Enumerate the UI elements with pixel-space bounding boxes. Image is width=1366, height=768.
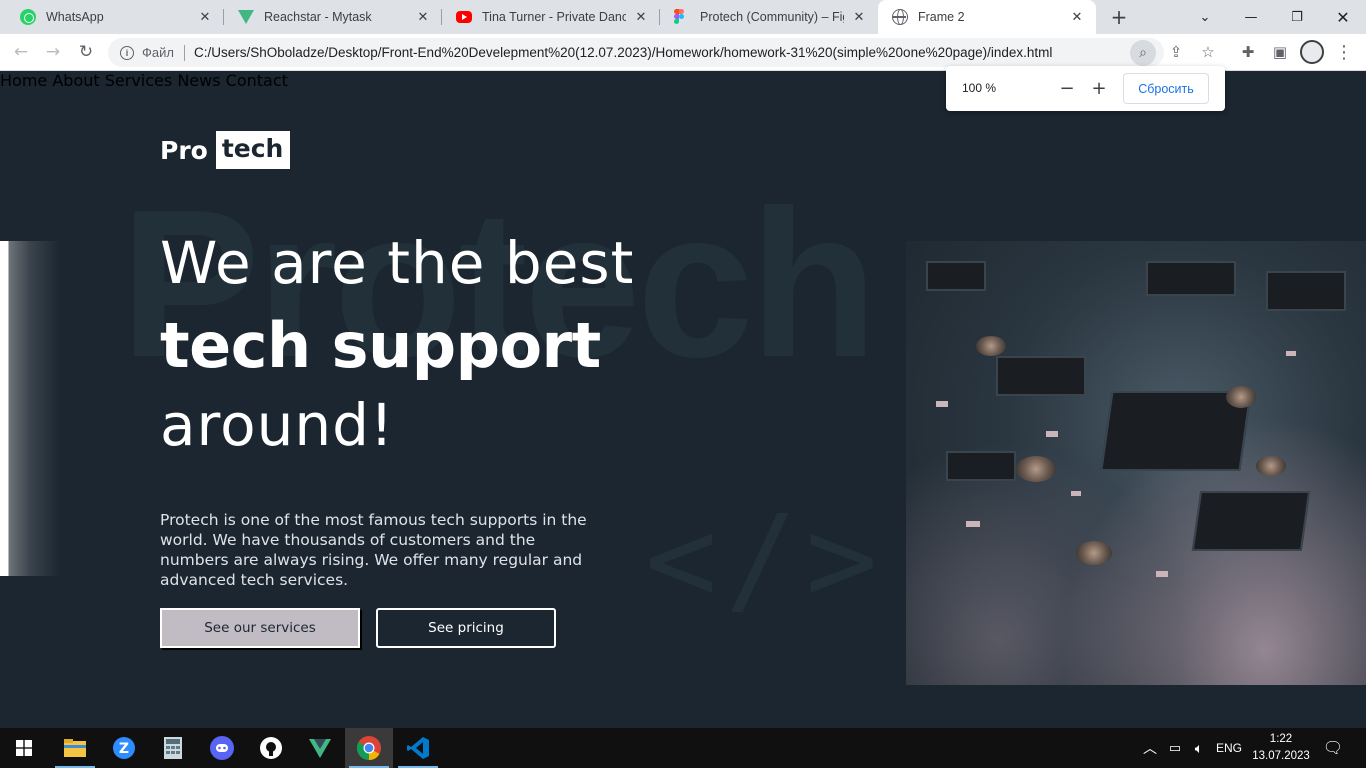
circuit-board-image (906, 241, 1366, 685)
zoom-reset-button[interactable]: Сбросить (1123, 73, 1209, 104)
minimize-button[interactable]: — (1228, 0, 1274, 34)
notifications-icon[interactable]: 🗨︎ (1320, 728, 1346, 768)
info-icon[interactable]: i (120, 45, 134, 60)
close-icon[interactable]: ✕ (850, 8, 868, 26)
nav-about[interactable]: About (52, 71, 99, 90)
tab-title: Tina Turner - Private Dancer ( (482, 10, 626, 24)
browser-tab-strip: WhatsApp ✕ Reachstar - Mytask ✕ Tina Tur… (0, 0, 1366, 34)
see-services-button[interactable]: See our services (160, 608, 360, 648)
nav-news[interactable]: News (177, 71, 220, 90)
close-icon[interactable]: ✕ (1068, 8, 1086, 26)
system-clock[interactable]: 1:22 13.07.2023 (1247, 731, 1315, 765)
volume-icon[interactable]: 🔈︎ (1188, 728, 1210, 768)
discord-icon[interactable] (198, 728, 246, 768)
vue-icon[interactable] (296, 728, 344, 768)
hero-description: Protech is one of the most famous tech s… (160, 511, 587, 589)
background-code-glyph: </> (645, 491, 886, 630)
youtube-icon (456, 11, 472, 23)
tab-title: Frame 2 (918, 10, 965, 24)
tab-search-icon[interactable]: ⌄ (1182, 0, 1228, 34)
nav-home[interactable]: Home (0, 71, 47, 90)
tab-figma[interactable]: Protech (Community) – Figm ✕ (660, 0, 878, 34)
extensions-icon[interactable]: ✚ (1236, 40, 1260, 64)
calculator-icon[interactable] (149, 728, 197, 768)
bookmark-star-icon[interactable]: ☆ (1196, 40, 1220, 64)
file-explorer-icon[interactable] (51, 728, 99, 768)
tab-title: Reachstar - Mytask (264, 10, 372, 24)
chrome-icon[interactable] (345, 728, 393, 768)
zoom-icon[interactable]: Z (100, 728, 148, 768)
profile-avatar[interactable] (1300, 40, 1324, 64)
forward-icon[interactable]: → (41, 40, 65, 64)
see-pricing-button[interactable]: See pricing (376, 608, 556, 648)
tab-reachstar[interactable]: Reachstar - Mytask ✕ (224, 0, 442, 34)
globe-icon (892, 9, 908, 25)
tab-youtube[interactable]: Tina Turner - Private Dancer ( ✕ (442, 0, 660, 34)
logo-part-2: tech (215, 131, 291, 169)
clock-time: 1:22 (1269, 733, 1293, 745)
close-icon[interactable]: ✕ (632, 8, 650, 26)
share-icon[interactable]: ⇪ (1164, 40, 1188, 64)
hero-heading-line-3: around! (160, 391, 395, 459)
chevron-up-icon[interactable]: ︿ (1140, 728, 1160, 768)
hero-heading-line-2: tech support (160, 309, 601, 382)
svg-text:Z: Z (119, 741, 129, 757)
whatsapp-icon (20, 9, 36, 25)
reload-icon[interactable]: ↻ (74, 40, 98, 64)
new-tab-button[interactable]: + (1108, 5, 1130, 29)
side-panel-icon[interactable]: ▣ (1268, 40, 1292, 64)
close-icon[interactable]: ✕ (196, 8, 214, 26)
tab-title: Protech (Community) – Figm (700, 10, 844, 24)
close-window-button[interactable]: ✕ (1320, 0, 1366, 34)
back-icon[interactable]: ← (9, 40, 33, 64)
hero-heading-line-1: We are the best (160, 229, 635, 297)
web-page: Protech </> Pro tech Home About Services… (0, 71, 1366, 728)
menu-icon[interactable]: ⋮ (1332, 40, 1356, 64)
vscode-icon[interactable] (394, 728, 442, 768)
github-icon[interactable] (247, 728, 295, 768)
start-icon[interactable] (0, 728, 48, 768)
zoom-in-button[interactable]: + (1087, 76, 1111, 100)
address-bar[interactable]: i Файл C:/Users/ShOboladze/Desktop/Front… (108, 38, 1164, 67)
nav-contact[interactable]: Contact (226, 71, 288, 90)
vue-icon (238, 10, 254, 24)
zoom-out-button[interactable]: − (1055, 76, 1079, 100)
tab-whatsapp[interactable]: WhatsApp ✕ (6, 0, 224, 34)
tab-frame-2[interactable]: Frame 2 ✕ (878, 0, 1096, 34)
language-indicator[interactable]: ENG (1212, 728, 1246, 768)
windows-taskbar: Z ︿ ▭ 🔈︎ ENG 1:22 13.07.2023 🗨︎ (0, 728, 1366, 768)
clock-date: 13.07.2023 (1252, 750, 1310, 762)
close-icon[interactable]: ✕ (414, 8, 432, 26)
logo-part-1: Pro (160, 135, 208, 165)
site-logo[interactable]: Pro tech (160, 131, 291, 169)
restore-button[interactable]: ❐ (1274, 0, 1320, 34)
divider (183, 44, 185, 61)
scheme-label: Файл (142, 45, 174, 60)
nav-services[interactable]: Services (105, 71, 172, 90)
url-text[interactable]: C:/Users/ShOboladze/Desktop/Front-End%20… (194, 45, 1052, 60)
zoom-icon[interactable]: ⌕ (1130, 40, 1156, 66)
tab-title: WhatsApp (46, 10, 104, 24)
figma-icon (674, 9, 685, 25)
zoom-level: 100 % (962, 81, 997, 95)
battery-icon[interactable]: ▭ (1164, 728, 1186, 768)
zoom-popup: 100 % − + Сбросить (946, 66, 1225, 111)
decorative-side-strip (0, 241, 60, 576)
